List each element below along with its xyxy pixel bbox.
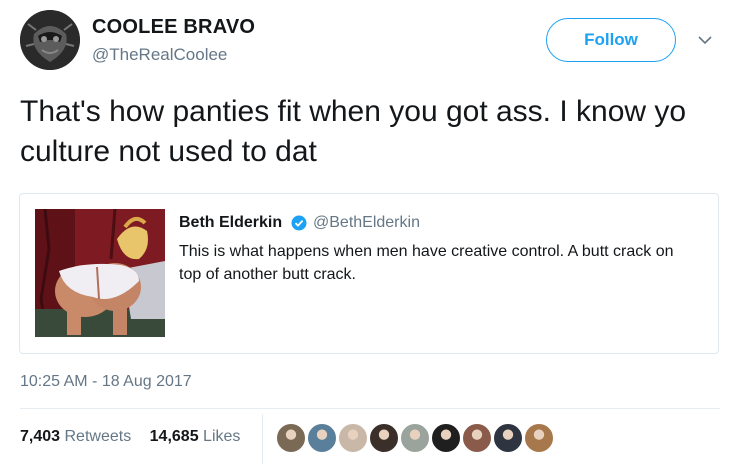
tweet-header: COOLEE BRAVO @TheRealCoolee Follow [20,10,725,70]
retweets-stat[interactable]: 7,403 Retweets [20,428,131,446]
liker-avatar-8-icon[interactable] [493,423,523,453]
retweets-label: Retweets [64,428,132,445]
author-handle[interactable]: @TheRealCoolee [92,45,227,65]
quoted-tweet-card[interactable]: Beth Elderkin @BethElderkin This is what… [19,193,719,354]
liker-avatar-9-icon[interactable] [524,423,554,453]
stats-vertical-divider [262,414,263,464]
author-name[interactable]: COOLEE BRAVO [92,16,255,39]
liker-avatar-4-icon[interactable] [369,423,399,453]
liker-avatar-6-icon[interactable] [431,423,461,453]
cartoon-image-thumbnail-icon [35,209,165,337]
quoted-author-handle[interactable]: @BethElderkin [313,214,420,232]
liker-avatar-2-icon[interactable] [307,423,337,453]
retweets-count: 7,403 [20,428,61,445]
liker-avatar-3-icon[interactable] [338,423,368,453]
quoted-tweet-image[interactable] [35,209,165,337]
likes-count: 14,685 [149,428,199,445]
liker-avatar-1-icon[interactable] [276,423,306,453]
follow-button[interactable]: Follow [546,18,676,62]
liker-avatars [276,423,555,455]
likes-label: Likes [203,428,241,445]
liker-avatar-5-icon[interactable] [400,423,430,453]
verified-badge-icon [291,215,307,231]
tweet-stats: 7,403 Retweets 14,685 Likes [20,428,254,446]
chevron-down-icon[interactable] [695,30,715,50]
stats-divider [20,408,720,409]
tweet-text: That's how panties fit when you got ass.… [20,95,687,168]
masked-face-avatar-icon [20,10,80,70]
liker-avatar-7-icon[interactable] [462,423,492,453]
tweet-timestamp[interactable]: 10:25 AM - 18 Aug 2017 [20,373,192,391]
quoted-author-name[interactable]: Beth Elderkin [179,214,282,232]
quoted-tweet-text: This is what happens when men have creat… [179,243,674,283]
likes-stat[interactable]: 14,685 Likes [150,428,241,446]
author-avatar[interactable] [20,10,80,70]
